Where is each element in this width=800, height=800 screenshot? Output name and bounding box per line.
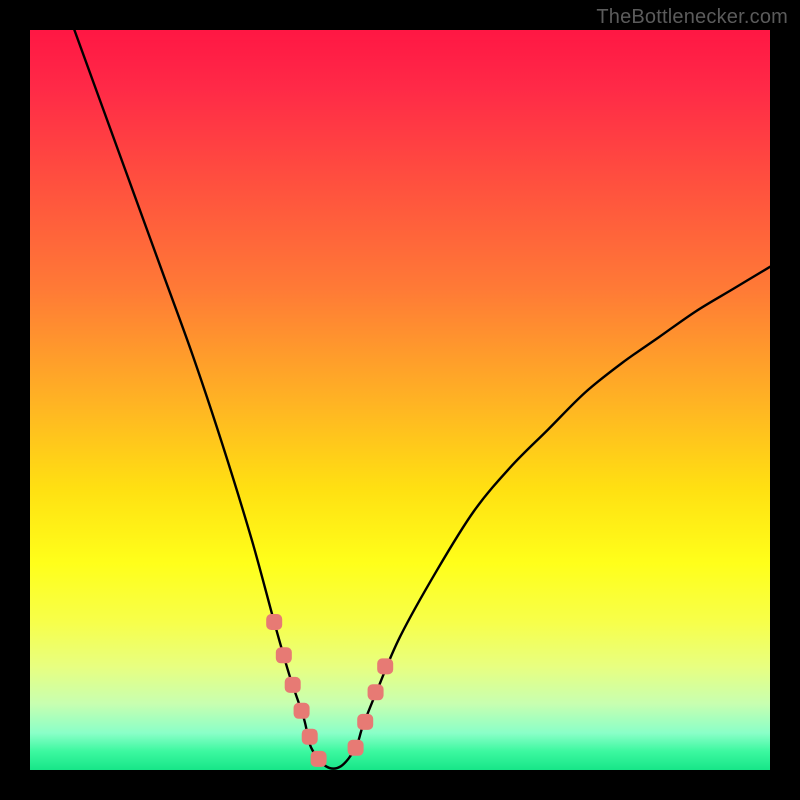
curve-marker: [266, 614, 282, 630]
curve-markers: [266, 614, 393, 767]
plot-area: [30, 30, 770, 770]
curve-marker: [357, 714, 373, 730]
curve-layer: [30, 30, 770, 770]
curve-marker: [276, 647, 292, 663]
chart-frame: TheBottlenecker.com: [0, 0, 800, 800]
curve-marker: [368, 684, 384, 700]
curve-marker: [311, 751, 327, 767]
watermark-text: TheBottlenecker.com: [596, 6, 788, 29]
bottleneck-curve: [74, 30, 770, 769]
curve-marker: [348, 740, 364, 756]
curve-marker: [285, 677, 301, 693]
curve-marker: [302, 729, 318, 745]
curve-marker: [294, 703, 310, 719]
curve-marker: [377, 658, 393, 674]
